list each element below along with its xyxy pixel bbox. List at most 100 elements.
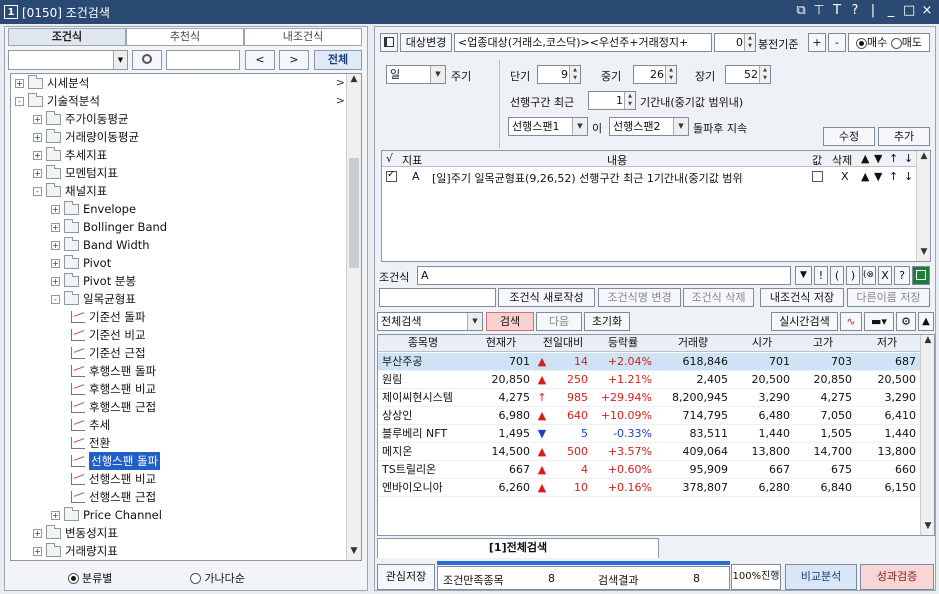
tree-node[interactable]: + Pivot	[51, 254, 111, 272]
value-checkbox[interactable]	[812, 171, 823, 182]
formula-dropdown-button[interactable]: ▼	[795, 266, 812, 285]
expand-icon[interactable]: +	[51, 510, 60, 520]
open-paren-button[interactable]: (	[830, 266, 844, 285]
tree-node[interactable]: + 거래량지표	[33, 542, 118, 560]
tree-node[interactable]: - 채널지표	[33, 182, 107, 200]
scroll-down-icon[interactable]: ▼	[921, 521, 935, 535]
tree-node[interactable]: 선행스팬 비교	[71, 470, 156, 488]
tree-node[interactable]: 후행스팬 근접	[71, 398, 156, 416]
expand-icon[interactable]: +	[51, 240, 60, 250]
tree-node[interactable]: + 거래량이동평균	[33, 128, 139, 146]
font-size-icon[interactable]: T	[831, 3, 843, 18]
bong-stepper[interactable]: 0	[714, 33, 756, 52]
search-input[interactable]	[166, 50, 240, 70]
tree-node[interactable]: + Envelope	[51, 200, 136, 218]
condition-scrollbar[interactable]: ▲ ▼	[916, 151, 930, 261]
reset-button[interactable]: 초기화	[584, 312, 630, 331]
sell-label[interactable]: 매도	[902, 36, 922, 49]
expand-icon[interactable]: +	[33, 150, 42, 160]
tree-node[interactable]: - 일목균형표	[51, 290, 136, 308]
chart-button[interactable]: ∿	[840, 312, 862, 331]
tree-node[interactable]: + 시세분석	[15, 74, 89, 92]
table-row[interactable]: TS트릴리온 667 ▲ 4 +0.60% 95,909 667 675 660	[378, 461, 920, 479]
tree-node[interactable]: + Pivot 분봉	[51, 272, 136, 290]
expand-icon[interactable]: +	[51, 204, 60, 214]
close-paren-button[interactable]: )	[846, 266, 860, 285]
buy-label[interactable]: 매수	[867, 36, 887, 49]
table-row[interactable]: 부산주공 701 ▲ 14 +2.04% 618,846 701 703 687	[378, 353, 920, 371]
watch-save-button[interactable]: 관심저장	[377, 564, 435, 590]
tree-node[interactable]: + Price Channel	[51, 506, 162, 524]
delete-condition-button[interactable]: 조건식 삭제	[683, 288, 754, 307]
not-button[interactable]: !	[814, 266, 828, 285]
chevron-right-icon[interactable]: >	[336, 74, 345, 92]
col-name[interactable]: 종목명	[378, 335, 468, 353]
move-up-icon[interactable]: ▲	[861, 170, 869, 183]
table-row[interactable]: 엔바이오니아 6,260 ▲ 10 +0.16% 378,807 6,280 6,840 6,1…	[378, 479, 920, 497]
col-volume[interactable]: 거래량	[654, 335, 732, 353]
table-row[interactable]: 블루베리 NFT 1,495 ▼ 5 -0.33% 83,511 1,440 1,505 1,4…	[378, 425, 920, 443]
rename-button[interactable]: 조건식명 변경	[598, 288, 681, 307]
collapse-icon[interactable]: -	[51, 294, 60, 304]
collapse-icon[interactable]: -	[33, 186, 42, 196]
close-icon[interactable]: ×	[921, 3, 933, 18]
edit-button[interactable]: 수정	[823, 127, 875, 146]
tree-node[interactable]: 전환	[71, 434, 110, 452]
tree-node[interactable]: - 기술적분석	[15, 92, 100, 110]
table-row[interactable]: 메지온 14,500 ▲ 500 +3.57% 409,064 13,800 14,700 13…	[378, 443, 920, 461]
span1-select[interactable]: 선행스팬1	[508, 117, 588, 136]
realtime-search-button[interactable]: 실시간검색	[771, 312, 838, 331]
expand-icon[interactable]: +	[51, 258, 60, 268]
col-price[interactable]: 현재가	[468, 335, 534, 353]
settings-button[interactable]: ⚙	[896, 312, 916, 331]
tab-recommended[interactable]: 추천식	[126, 28, 244, 46]
tree-node[interactable]: 후행스팬 돌파	[71, 362, 156, 380]
tab-conditions[interactable]: 조건식	[8, 28, 126, 46]
excel-button[interactable]	[912, 266, 930, 285]
radio-alphabetical[interactable]: 가나다순	[190, 568, 245, 588]
add-button[interactable]: 추가	[878, 127, 930, 146]
clear-formula-button[interactable]: X	[878, 266, 892, 285]
scroll-up-icon[interactable]: ▲	[917, 151, 931, 165]
link-window-icon[interactable]: ⧉	[795, 3, 807, 18]
minimize-icon[interactable]: _	[885, 3, 897, 18]
expand-icon[interactable]: +	[51, 222, 60, 232]
view-mode-select[interactable]: ▬▾	[864, 312, 894, 331]
radio-sell-icon[interactable]	[890, 37, 902, 49]
target-field[interactable]: <업종대상(거래소,코스닥)><우선주+거래정지+	[454, 33, 712, 52]
tree-node[interactable]: + 모멘텀지표	[33, 164, 118, 182]
help-icon[interactable]: ?	[849, 3, 861, 18]
tab-my-conditions[interactable]: 내조건식	[244, 28, 362, 46]
short-stepper[interactable]: 9	[537, 65, 581, 84]
radio-by-category[interactable]: 분류별	[68, 568, 112, 588]
expand-icon[interactable]: +	[15, 78, 24, 88]
expand-icon[interactable]: +	[33, 114, 42, 124]
formula-help-button[interactable]: ?	[894, 266, 910, 285]
table-row[interactable]: 원림 20,850 ▲ 250 +1.21% 2,405 20,500 20,850 20,50…	[378, 371, 920, 389]
tree-node[interactable]: 기준선 근접	[71, 344, 146, 362]
condition-name-input[interactable]	[379, 288, 496, 307]
delete-condition-button[interactable]: X	[841, 170, 849, 183]
col-change[interactable]: 전일대비	[534, 335, 592, 353]
tree-node[interactable]: 기준선 비교	[71, 326, 146, 344]
move-bottom-icon[interactable]: ↓	[904, 170, 913, 183]
maximize-icon[interactable]: □	[903, 3, 915, 18]
scroll-up-icon[interactable]: ▲	[921, 335, 935, 349]
formula-input[interactable]: A	[417, 266, 791, 285]
lead-stepper[interactable]: 1	[588, 91, 636, 110]
search-scope-select[interactable]: 전체검색	[377, 312, 483, 331]
tree-node[interactable]: 선행스팬 돌파	[71, 452, 161, 470]
target-change-button[interactable]: 대상변경	[400, 33, 452, 52]
new-write-button[interactable]: 조건식 새로작성	[498, 288, 595, 307]
long-stepper[interactable]: 52	[725, 65, 771, 84]
tree-node[interactable]: + Band Width	[51, 236, 150, 254]
scroll-thumb[interactable]	[349, 158, 359, 268]
table-row[interactable]: 상상인 6,980 ▲ 640 +10.09% 714,795 6,480 7,050 6,41…	[378, 407, 920, 425]
scroll-down-icon[interactable]: ▼	[347, 546, 361, 560]
tree-node[interactable]: 후행스팬 비교	[71, 380, 156, 398]
tab-all-search[interactable]: [1]전체검색	[377, 538, 659, 558]
search-button[interactable]	[132, 50, 162, 70]
scroll-up-icon[interactable]: ▲	[347, 74, 361, 88]
expand-icon[interactable]: +	[33, 132, 42, 142]
expand-icon[interactable]: +	[33, 546, 42, 556]
